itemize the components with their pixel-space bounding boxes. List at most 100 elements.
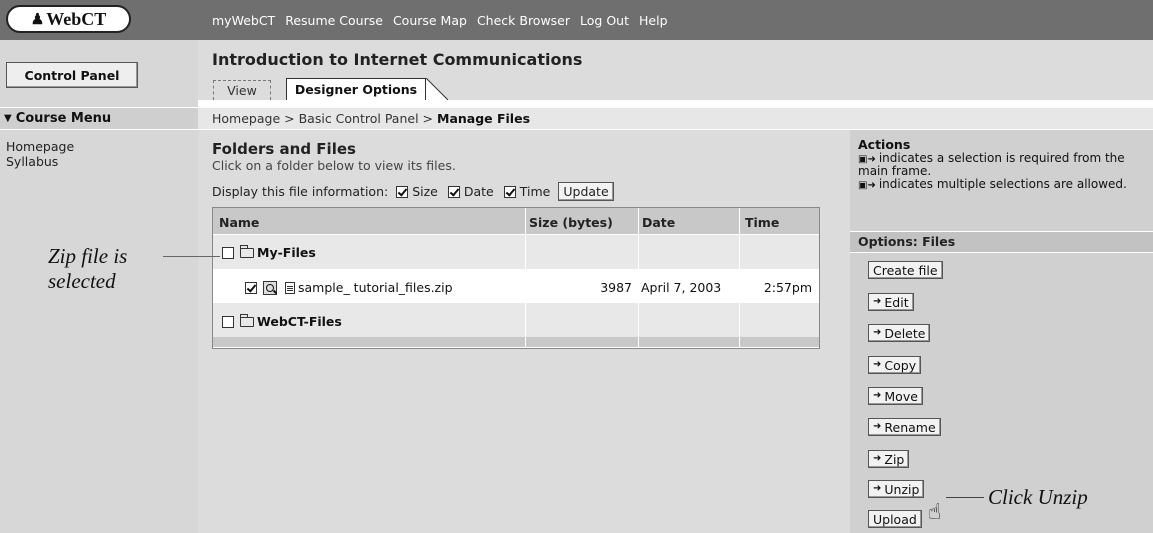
display-label: Display this file information: bbox=[212, 184, 389, 199]
course-menu-links: Homepage Syllabus bbox=[6, 139, 74, 169]
copy-button[interactable]: ➜ Copy bbox=[868, 356, 922, 374]
update-button[interactable]: Update bbox=[558, 182, 614, 201]
time-checkbox[interactable] bbox=[503, 185, 516, 198]
file-size: 3987 bbox=[600, 280, 632, 295]
single-select-icon: ➜ bbox=[873, 483, 882, 494]
create-file-button[interactable]: Create file bbox=[868, 261, 943, 279]
triangle-down-icon: ▼ bbox=[4, 113, 12, 124]
row-my-files: My-Files bbox=[222, 244, 316, 260]
edit-label: Edit bbox=[884, 294, 909, 310]
create-file-label: Create file bbox=[873, 262, 938, 278]
annotation-zip-selected: Zip file is selected bbox=[48, 244, 127, 294]
open-folder-icon bbox=[240, 244, 254, 258]
single-select-icon: ➜ bbox=[873, 421, 882, 432]
page-subtitle: Click on a folder below to view its file… bbox=[212, 158, 456, 173]
nav-resume-course[interactable]: Resume Course bbox=[285, 13, 383, 28]
multi-select-icon: ➜ bbox=[873, 327, 882, 338]
webct-logo-icon: ♟ bbox=[30, 11, 45, 28]
move-button[interactable]: ➜ Move bbox=[868, 387, 923, 405]
tab-corner bbox=[426, 78, 448, 100]
actions-title: Actions bbox=[858, 137, 911, 152]
column-header-name[interactable]: Name bbox=[219, 215, 259, 230]
breadcrumb: Homepage > Basic Control Panel > Manage … bbox=[212, 111, 530, 126]
course-menu-header[interactable]: ▼ Course Menu bbox=[0, 107, 198, 130]
top-nav: myWebCT Resume Course Course Map Check B… bbox=[212, 0, 668, 40]
webct-files-checkbox[interactable] bbox=[222, 315, 234, 328]
date-checkbox[interactable] bbox=[447, 185, 460, 198]
nav-mywebct[interactable]: myWebCT bbox=[212, 13, 275, 28]
rename-button[interactable]: ➜ Rename bbox=[868, 418, 941, 436]
size-checkbox[interactable] bbox=[396, 185, 409, 198]
annotation-zip-line2: selected bbox=[48, 269, 116, 293]
menu-link-homepage[interactable]: Homepage bbox=[6, 139, 74, 154]
column-header-time[interactable]: Time bbox=[745, 215, 779, 230]
course-menu-label: Course Menu bbox=[15, 111, 112, 126]
actions-note-single: indicates a selection is required from t… bbox=[858, 151, 1125, 178]
table-header bbox=[213, 208, 819, 234]
delete-button[interactable]: ➜ Delete bbox=[868, 324, 931, 342]
nav-check-browser[interactable]: Check Browser bbox=[477, 13, 570, 28]
display-options: Display this file information: Size Date… bbox=[212, 182, 614, 201]
date-label: Date bbox=[463, 184, 494, 199]
file-name[interactable]: sample_ tutorial_files.zip bbox=[298, 280, 453, 295]
copy-label: Copy bbox=[884, 357, 917, 373]
my-files-checkbox[interactable] bbox=[222, 246, 234, 259]
options-label: Options: Files bbox=[858, 234, 956, 249]
tab-view[interactable]: View bbox=[213, 80, 271, 100]
annotation-leader-line bbox=[163, 256, 220, 257]
logo-text: WebCT bbox=[46, 8, 107, 29]
breadcrumb-basic-control-panel[interactable]: Basic Control Panel bbox=[299, 111, 419, 126]
column-divider bbox=[525, 208, 526, 347]
breadcrumb-homepage[interactable]: Homepage bbox=[212, 111, 280, 126]
tab-designer-options[interactable]: Designer Options bbox=[286, 78, 426, 100]
multi-select-icon: ➜ bbox=[873, 453, 882, 464]
course-title: Introduction to Internet Communications bbox=[212, 50, 583, 69]
zip-label: Zip bbox=[884, 451, 905, 467]
multi-select-icon: ▣➜ bbox=[858, 180, 876, 191]
annotation-click-unzip: Click Unzip bbox=[988, 485, 1088, 509]
column-divider bbox=[739, 208, 740, 347]
row-zip-file: sample_ tutorial_files.zip bbox=[245, 280, 453, 295]
nav-log-out[interactable]: Log Out bbox=[580, 13, 629, 28]
upload-button[interactable]: Upload bbox=[868, 510, 922, 528]
unzip-label: Unzip bbox=[884, 481, 920, 497]
file-date: April 7, 2003 bbox=[641, 280, 722, 295]
zip-button[interactable]: ➜ Zip bbox=[868, 450, 910, 468]
rename-label: Rename bbox=[884, 419, 936, 435]
menu-link-syllabus[interactable]: Syllabus bbox=[6, 154, 74, 169]
single-select-icon: ➜ bbox=[873, 296, 882, 307]
page-title: Folders and Files bbox=[212, 140, 356, 158]
nav-course-map[interactable]: Course Map bbox=[393, 13, 467, 28]
actions-note-multiple: indicates multiple selections are allowe… bbox=[878, 177, 1127, 191]
column-header-date[interactable]: Date bbox=[642, 215, 675, 230]
table-footer bbox=[213, 337, 819, 347]
size-label: Size bbox=[412, 184, 438, 199]
document-icon bbox=[285, 281, 295, 294]
breadcrumb-separator: > bbox=[284, 111, 295, 126]
actions-legend: Actions ▣➜ indicates a selection is requi… bbox=[858, 138, 1148, 191]
unzip-button[interactable]: ➜ Unzip bbox=[868, 480, 925, 498]
multi-select-icon: ➜ bbox=[873, 390, 882, 401]
nav-help[interactable]: Help bbox=[639, 13, 668, 28]
upload-label: Upload bbox=[873, 511, 917, 527]
control-panel-button[interactable]: Control Panel bbox=[6, 62, 138, 88]
column-header-size[interactable]: Size (bytes) bbox=[529, 215, 613, 230]
folder-icon bbox=[240, 313, 254, 327]
folder-name[interactable]: My-Files bbox=[257, 245, 316, 260]
hand-cursor-icon: ☝ bbox=[928, 500, 942, 525]
delete-label: Delete bbox=[884, 325, 926, 341]
annotation-zip-line1: Zip file is bbox=[48, 244, 128, 268]
folder-name[interactable]: WebCT-Files bbox=[257, 314, 342, 329]
webct-logo[interactable]: ♟ WebCT bbox=[6, 5, 131, 33]
breadcrumb-separator: > bbox=[422, 111, 434, 126]
annotation-leader-line bbox=[946, 497, 984, 498]
move-label: Move bbox=[884, 388, 918, 404]
edit-button[interactable]: ➜ Edit bbox=[868, 293, 914, 311]
magnifier-icon[interactable] bbox=[263, 280, 277, 295]
breadcrumb-current: Manage Files bbox=[437, 111, 531, 126]
row-webct-files: WebCT-Files bbox=[222, 313, 342, 329]
column-divider bbox=[638, 208, 639, 347]
time-label: Time bbox=[519, 184, 551, 199]
zip-file-checkbox[interactable] bbox=[245, 281, 257, 294]
tab-underline bbox=[198, 100, 1153, 107]
